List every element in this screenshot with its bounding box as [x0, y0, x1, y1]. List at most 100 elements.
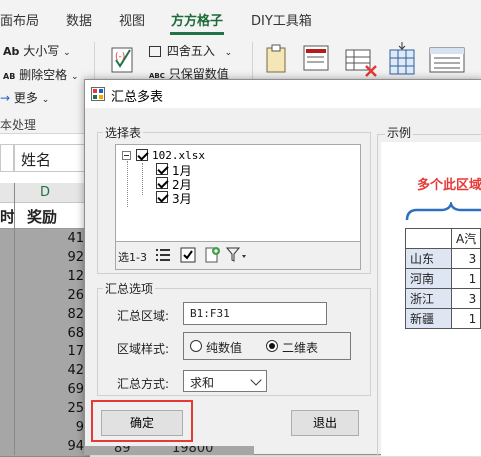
- reward-cell[interactable]: 41: [24, 231, 84, 246]
- reward-cell[interactable]: 94: [24, 439, 84, 454]
- reward-cell[interactable]: 68: [24, 326, 84, 341]
- header-reward[interactable]: 奖励: [27, 206, 57, 227]
- paste-icon[interactable]: [264, 44, 290, 76]
- example-row-value: 1: [450, 268, 481, 289]
- range-input-value: B1:F31: [190, 307, 230, 320]
- style-radio-group: 纯数值 二维表: [183, 332, 351, 360]
- case-button[interactable]: Ab 大小写 ⌄: [3, 42, 71, 59]
- dialog-title: 汇总多表: [111, 90, 164, 105]
- reward-cell[interactable]: 26: [24, 288, 84, 303]
- formula-icon[interactable]: (-): [110, 44, 136, 74]
- reward-cell[interactable]: 12: [24, 269, 84, 284]
- remove-spaces-prefix: AB: [3, 72, 16, 81]
- tab-view[interactable]: 视图: [119, 10, 145, 29]
- summary-dialog: 汇总多表 选择表 102.xlsx 1月 2月 3月 选1-3 汇总选项 汇总区…: [84, 79, 481, 456]
- radio-2d-table-label: 二维表: [282, 341, 319, 355]
- tab-diy-toolbox[interactable]: DIY工具箱: [251, 10, 312, 29]
- tab-data[interactable]: 数据: [66, 10, 92, 29]
- reward-cell[interactable]: 42: [24, 363, 84, 378]
- last-row-tail: 89 19800: [84, 446, 254, 455]
- sheet-checkbox-mar[interactable]: [156, 191, 168, 203]
- example-label: 示例: [385, 124, 414, 141]
- radio-2d-table[interactable]: [266, 340, 278, 352]
- reward-cell[interactable]: 69: [24, 382, 84, 397]
- example-title: 多个此区域: [417, 178, 481, 193]
- table-icon[interactable]: [386, 40, 418, 78]
- arrow-right-icon: →: [0, 91, 11, 105]
- name-box[interactable]: [0, 144, 14, 172]
- grid-line: [14, 183, 15, 455]
- example-row-value: 3: [450, 248, 481, 269]
- remove-spaces-label: 删除空格: [19, 68, 68, 82]
- example-row-label: 浙江: [405, 288, 452, 309]
- reward-cell[interactable]: 82: [24, 307, 84, 322]
- method-select[interactable]: 求和: [183, 370, 267, 392]
- name-cell-text: 姓名: [21, 151, 52, 169]
- sheet-label-mar: 3月: [172, 192, 192, 206]
- method-label: 汇总方式:: [117, 377, 170, 391]
- range-input[interactable]: B1:F31: [183, 302, 327, 325]
- ok-button[interactable]: 确定: [101, 410, 183, 436]
- active-tab-indicator: [170, 32, 224, 35]
- delete-table-icon[interactable]: [302, 44, 334, 76]
- chevron-down-icon: ⌄: [41, 95, 50, 105]
- chevron-down-icon: ⌄: [224, 48, 233, 58]
- radio-plain-values-label: 纯数值: [206, 341, 243, 355]
- example-panel: 多个此区域 A汽 山东 3 河南 1 浙江 3 新疆 1: [381, 142, 481, 456]
- example-row: 河南 1: [405, 268, 481, 289]
- tab-page-layout[interactable]: 面布局: [0, 10, 39, 29]
- formula-row: 姓名: [0, 134, 90, 182]
- round-button[interactable]: 四舍五入 ⌄: [149, 42, 232, 59]
- last-row-value-b: 19800: [172, 446, 214, 455]
- header-fragment: 时: [0, 208, 16, 226]
- range-label: 汇总区域:: [117, 309, 170, 323]
- dialog-title-bar[interactable]: 汇总多表: [85, 80, 481, 108]
- radio-plain-values[interactable]: [190, 340, 202, 352]
- example-corner-cell: [405, 228, 452, 249]
- filter-icon[interactable]: [226, 247, 248, 263]
- reward-cell[interactable]: 92: [24, 250, 84, 265]
- brace-icon: [405, 202, 481, 221]
- clear-grid-icon[interactable]: [344, 48, 380, 80]
- reward-cell[interactable]: 17: [24, 344, 84, 359]
- tree-line: [127, 161, 128, 207]
- options-label: 汇总选项: [103, 280, 156, 297]
- list-icon[interactable]: [156, 248, 170, 262]
- minus-icon: [124, 155, 129, 156]
- name-cell[interactable]: 姓名: [14, 144, 90, 172]
- example-row-value: 3: [450, 288, 481, 309]
- tree-root-label: 102.xlsx: [152, 149, 205, 162]
- list-icon[interactable]: [428, 46, 468, 74]
- svg-text:(-): (-): [115, 52, 125, 62]
- ribbon-group-label: 本处理: [0, 118, 37, 132]
- example-row-label: 新疆: [405, 308, 452, 329]
- root-checkbox[interactable]: [136, 149, 148, 161]
- chevron-down-icon: [250, 374, 262, 386]
- remove-spaces-button[interactable]: AB 删除空格 ⌄: [3, 66, 79, 83]
- exit-button[interactable]: 退出: [291, 410, 359, 436]
- tab-fangfanggezi[interactable]: 方方格子: [171, 10, 223, 29]
- select-range-button[interactable]: 选1-3: [118, 249, 147, 265]
- chevron-down-icon: ⌄: [63, 48, 71, 58]
- example-row-value: 1: [450, 308, 481, 329]
- method-select-value: 求和: [190, 376, 215, 390]
- select-table-label: 选择表: [103, 124, 144, 141]
- add-sheet-icon[interactable]: [204, 246, 220, 264]
- case-prefix: Ab: [3, 45, 20, 58]
- sheet-checkbox-feb[interactable]: [156, 177, 168, 189]
- tree-line: [142, 163, 143, 195]
- sheet-checkbox-jan[interactable]: [156, 163, 168, 175]
- check-all-icon[interactable]: [180, 247, 196, 263]
- reward-cell[interactable]: 9: [24, 420, 84, 435]
- example-header-cell: A汽: [450, 228, 481, 249]
- style-label: 区域样式:: [117, 342, 170, 356]
- chevron-down-icon: ⌄: [70, 72, 79, 82]
- tree-collapse-toggle[interactable]: [122, 151, 131, 160]
- last-row-value-a: 89: [114, 446, 131, 455]
- example-row-label: 河南: [405, 268, 452, 289]
- case-label: 大小写: [23, 44, 60, 58]
- column-letter-d[interactable]: D: [40, 185, 50, 200]
- example-row-label: 山东: [405, 248, 452, 269]
- more-button[interactable]: → 更多 ⌄: [0, 89, 49, 106]
- reward-cell[interactable]: 25: [24, 401, 84, 416]
